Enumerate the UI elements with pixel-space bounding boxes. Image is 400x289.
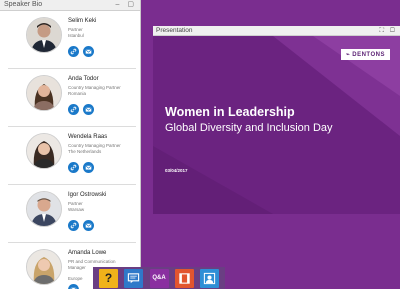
avatar (26, 75, 62, 111)
speaker-name: Selim Keki (68, 18, 97, 24)
link-icon[interactable] (68, 220, 79, 231)
people-icon[interactable] (200, 268, 219, 288)
speaker-role: Partner (68, 201, 83, 206)
email-icon[interactable] (83, 104, 94, 115)
speaker-actions (68, 284, 79, 289)
slide-date: 03/04/2017 (165, 168, 188, 173)
speaker-actions (68, 162, 94, 173)
speaker-bio-titlebar: Speaker Bio – ▢ (0, 0, 140, 11)
email-icon[interactable] (83, 220, 94, 231)
speaker-name: Igor Ostrowski (68, 192, 107, 198)
presentation-window-controls[interactable]: ⛶ ▢ (379, 26, 397, 35)
speaker-card: Anda Todor Country Managing Partner Roma… (8, 69, 136, 127)
speaker-card: Igor Ostrowski Partner Warsaw (8, 185, 136, 243)
speaker-location: Warsaw (68, 207, 85, 212)
speaker-bio-panel: Speaker Bio – ▢ Selim Keki Partner Istan… (0, 0, 141, 289)
bottom-toolbar: ? Q&A (93, 267, 225, 289)
slide-title: Women in Leadership (165, 105, 295, 119)
avatar (26, 249, 62, 285)
qa-icon[interactable]: Q&A (149, 268, 169, 288)
speaker-location: Istanbul (68, 33, 84, 38)
speaker-role: Country Managing Partner (68, 143, 121, 148)
speaker-name: Anda Todor (68, 76, 99, 82)
speaker-card: Selim Keki Partner Istanbul (8, 11, 136, 69)
speaker-location: Romania (68, 91, 87, 96)
avatar (26, 133, 62, 169)
speaker-actions (68, 46, 94, 57)
link-icon[interactable] (68, 46, 79, 57)
panel-window-controls[interactable]: – ▢ (116, 0, 137, 10)
chat-icon[interactable] (124, 268, 144, 288)
link-icon[interactable] (68, 162, 79, 173)
slide-subtitle: Global Diversity and Inclusion Day (165, 122, 333, 134)
speaker-name: Amanda Lowe (68, 250, 107, 256)
presentation-title: Presentation (156, 27, 193, 34)
speaker-actions (68, 104, 94, 115)
email-icon[interactable] (83, 162, 94, 173)
email-icon[interactable] (83, 46, 94, 57)
speaker-location: The Netherlands (68, 149, 102, 154)
presentation-slide: ⌁ DENTONS Women in Leadership Global Div… (153, 36, 400, 214)
speaker-name: Wendela Raas (68, 134, 108, 140)
speaker-location: Europe (68, 276, 83, 281)
avatar (26, 191, 62, 227)
speaker-bio-title: Speaker Bio (4, 1, 43, 8)
speaker-role: Partner (68, 27, 83, 32)
presentation-titlebar: Presentation ⛶ ▢ (153, 26, 400, 36)
speaker-card: Wendela Raas Country Managing Partner Th… (8, 127, 136, 185)
media-icon[interactable] (174, 268, 194, 288)
speaker-role: Country Managing Partner (68, 85, 121, 90)
link-icon[interactable] (68, 104, 79, 115)
presentation-window: Presentation ⛶ ▢ ⌁ DENTONS Women in Lead… (153, 26, 400, 289)
email-icon[interactable] (68, 284, 79, 289)
speaker-actions (68, 220, 94, 231)
help-icon[interactable]: ? (99, 268, 118, 288)
dentons-logo: ⌁ DENTONS (340, 49, 390, 60)
avatar (26, 17, 62, 53)
